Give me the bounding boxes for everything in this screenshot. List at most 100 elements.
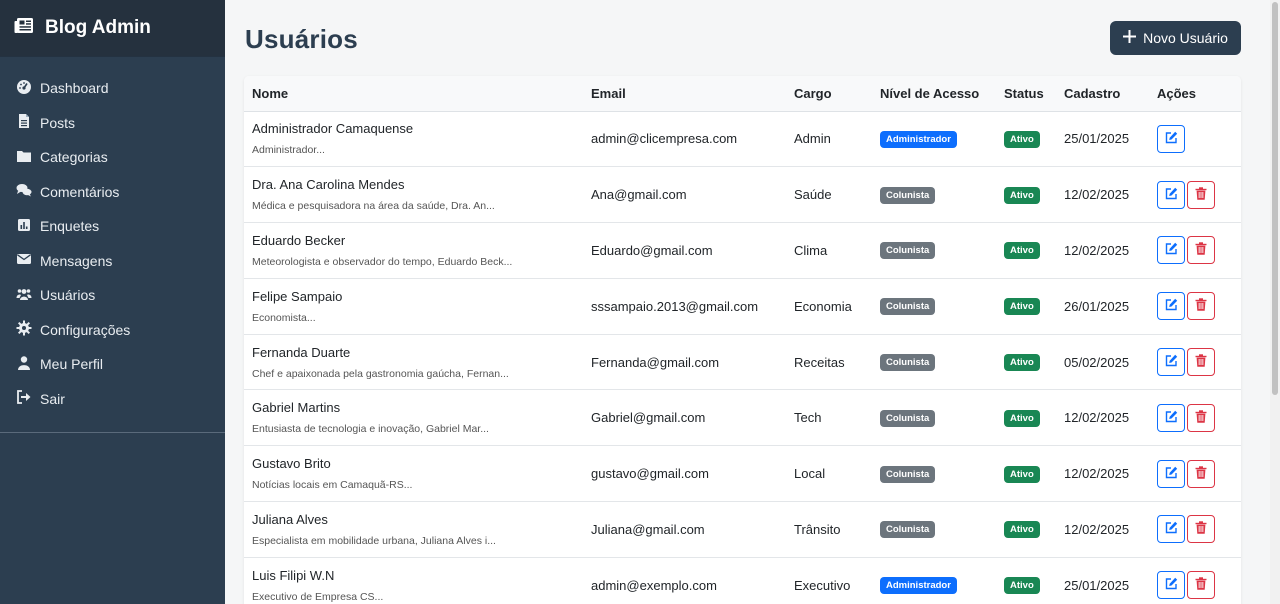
delete-button[interactable] <box>1187 180 1215 209</box>
cell-cadastro: 26/01/2025 <box>1064 298 1130 314</box>
edit-button[interactable] <box>1157 124 1185 153</box>
column-header[interactable]: Cadastro <box>1056 76 1149 112</box>
edit-button[interactable] <box>1157 403 1185 432</box>
access-level-badge: Colunista <box>880 186 936 204</box>
cell-email: Ana@gmail.com <box>591 187 687 203</box>
sidebar-nav: Dashboard Posts Categorias Comentários E… <box>0 57 225 433</box>
cell-email: sssampaio.2013@gmail.com <box>591 298 759 314</box>
scrollbar-thumb[interactable] <box>1272 2 1278 395</box>
page-scrollbar[interactable] <box>1270 0 1280 604</box>
new-user-button[interactable]: Novo Usuário <box>1110 21 1241 55</box>
brand[interactable]: Blog Admin <box>0 0 225 57</box>
cell-actions <box>1149 446 1241 502</box>
main-content: Usuários Novo Usuário Nome Email Cargo N… <box>225 0 1270 604</box>
table-header: Nome Email Cargo Nível de Acesso Status … <box>244 76 1241 112</box>
column-header[interactable]: Nível de Acesso <box>872 76 996 112</box>
table-row[interactable]: Juliana Alves Especialista em mobilidade … <box>244 502 1241 558</box>
cell-email: Gabriel@gmail.com <box>591 410 706 426</box>
cell-nivel: Colunista <box>872 278 996 334</box>
edit-button[interactable] <box>1157 571 1185 600</box>
sidebar-item-label: Comentários <box>40 183 120 200</box>
delete-button[interactable] <box>1187 459 1215 488</box>
cell-cargo: Trânsito <box>794 521 841 537</box>
cell-actions <box>1149 334 1241 390</box>
column-header[interactable]: Cargo <box>786 76 872 112</box>
edit-icon <box>1165 187 1178 203</box>
cell-nivel: Administrador <box>872 111 996 167</box>
user-description: Meteorologista e observador do tempo, Ed… <box>252 255 513 268</box>
edit-icon <box>1165 242 1178 258</box>
access-level-badge: Colunista <box>880 242 936 260</box>
cell-actions <box>1149 390 1241 446</box>
status-badge: Ativo <box>1004 242 1040 260</box>
delete-button[interactable] <box>1187 292 1215 321</box>
delete-button[interactable] <box>1187 403 1215 432</box>
cell-actions <box>1149 111 1241 167</box>
delete-button[interactable] <box>1187 236 1215 265</box>
users-table-card: Nome Email Cargo Nível de Acesso Status … <box>244 76 1241 604</box>
cell-name: Luis Filipi W.N Executivo de Empresa CS..… <box>244 557 583 604</box>
table-row[interactable]: Gabriel Martins Entusiasta de tecnologia … <box>244 390 1241 446</box>
sidebar-item-sair[interactable]: Sair <box>0 382 225 417</box>
page-title: Usuários <box>245 24 358 54</box>
cell-name: Gabriel Martins Entusiasta de tecnologia … <box>244 390 583 446</box>
delete-button[interactable] <box>1187 571 1215 600</box>
delete-button[interactable] <box>1187 348 1215 377</box>
sidebar-item-meu-perfil[interactable]: Meu Perfil <box>0 347 225 382</box>
user-name: Fernanda Duarte <box>252 344 351 360</box>
cell-cadastro: 12/02/2025 <box>1064 466 1130 482</box>
speedometer-icon <box>16 79 32 98</box>
edit-icon <box>1165 466 1178 482</box>
column-header[interactable]: Status <box>996 76 1056 112</box>
edit-button[interactable] <box>1157 348 1185 377</box>
delete-button[interactable] <box>1187 515 1215 544</box>
sidebar-item-label: Dashboard <box>40 80 109 97</box>
cell-status: Ativo <box>996 557 1056 604</box>
sidebar-item-dashboard[interactable]: Dashboard <box>0 71 225 106</box>
cell-name: Eduardo Becker Meteorologista e observado… <box>244 223 583 279</box>
table-row[interactable]: Gustavo Brito Notícias locais em Camaquã-… <box>244 446 1241 502</box>
edit-button[interactable] <box>1157 459 1185 488</box>
user-icon <box>16 355 32 374</box>
sidebar-item-configuracoes[interactable]: Configurações <box>0 313 225 348</box>
cell-cadastro: 12/02/2025 <box>1064 242 1130 258</box>
table-row[interactable]: Eduardo Becker Meteorologista e observado… <box>244 223 1241 279</box>
table-row[interactable]: Administrador Camaquense Administrador...… <box>244 111 1241 167</box>
cell-email: admin@exemplo.com <box>591 577 717 593</box>
table-row[interactable]: Felipe Sampaio Economista... sssampaio.201… <box>244 278 1241 335</box>
user-description: Notícias locais em Camaquã-RS... <box>252 479 413 492</box>
cell-cadastro: 12/02/2025 <box>1064 410 1130 426</box>
table-row[interactable]: Fernanda Duarte Chef e apaixonada pela ga… <box>244 334 1241 390</box>
status-badge: Ativo <box>1004 577 1040 595</box>
edit-icon <box>1165 521 1178 537</box>
cell-email: Eduardo@gmail.com <box>591 242 713 258</box>
sidebar-item-usuarios[interactable]: Usuários <box>0 278 225 313</box>
sidebar-item-mensagens[interactable]: Mensagens <box>0 244 225 279</box>
cell-email: Juliana@gmail.com <box>591 521 705 537</box>
cell-name: Administrador Camaquense Administrador... <box>244 111 583 167</box>
edit-button[interactable] <box>1157 180 1185 209</box>
cell-nivel: Colunista <box>872 446 996 502</box>
gear-icon <box>16 320 32 339</box>
table-row[interactable]: Luis Filipi W.N Executivo de Empresa CS..… <box>244 557 1241 604</box>
edit-button[interactable] <box>1157 236 1185 265</box>
user-description: Médica e pesquisadora na área da saúde, … <box>252 200 495 213</box>
cell-cargo: Local <box>794 466 826 482</box>
table-row[interactable]: Dra. Ana Carolina Mendes Médica e pesquis… <box>244 167 1241 223</box>
user-description: Entusiasta de tecnologia e inovação, Gab… <box>252 423 489 436</box>
edit-button[interactable] <box>1157 515 1185 544</box>
file-icon <box>16 113 32 132</box>
sidebar-item-label: Posts <box>40 114 76 131</box>
column-header[interactable]: Email <box>583 76 786 112</box>
cell-status: Ativo <box>996 223 1056 279</box>
sidebar-item-comentarios[interactable]: Comentários <box>0 175 225 210</box>
edit-button[interactable] <box>1157 292 1185 321</box>
sidebar-item-enquetes[interactable]: Enquetes <box>0 209 225 244</box>
sidebar-item-posts[interactable]: Posts <box>0 106 225 141</box>
cell-actions <box>1149 223 1241 279</box>
cell-actions <box>1149 557 1241 604</box>
envelope-icon <box>16 251 32 270</box>
edit-icon <box>1165 131 1178 147</box>
sidebar-item-categorias[interactable]: Categorias <box>0 140 225 175</box>
column-header[interactable]: Nome <box>244 76 583 112</box>
